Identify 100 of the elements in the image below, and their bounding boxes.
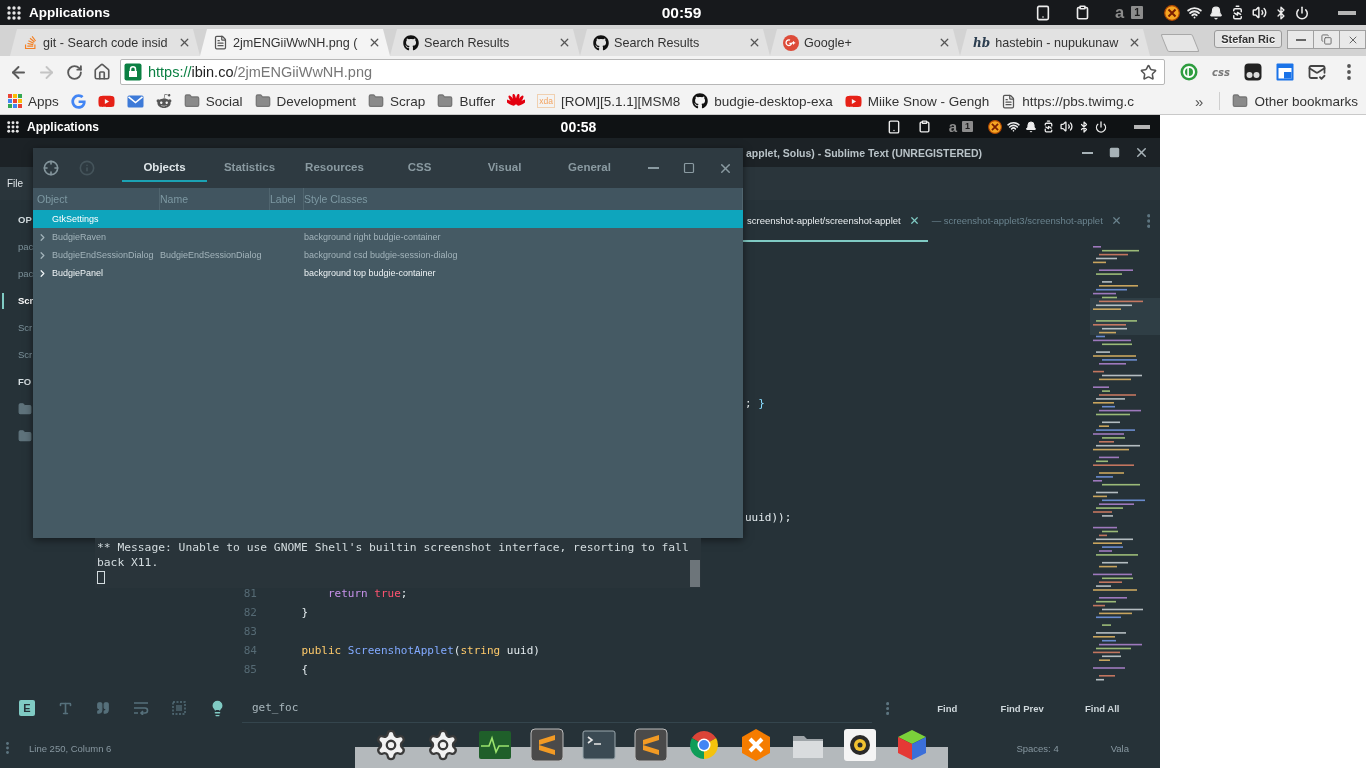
browser-tab[interactable]: hb hastebin - nupukunaw <box>960 29 1150 56</box>
close-icon[interactable] <box>748 36 761 49</box>
x-badge-icon[interactable] <box>988 119 1002 134</box>
ring-icon[interactable] <box>842 728 877 762</box>
bookmark-folder[interactable]: Social <box>183 93 243 109</box>
browser-tab[interactable]: Search Results <box>390 29 580 56</box>
bookmark-link[interactable]: Apps <box>8 93 59 109</box>
volume-icon[interactable] <box>1252 5 1267 20</box>
bookmark-link[interactable]: xda [ROM][5.1.1][MSM8 <box>537 93 681 109</box>
sidebar-item[interactable]: Scr <box>18 322 33 333</box>
close-icon[interactable] <box>368 36 381 49</box>
scrollbar-thumb[interactable] <box>690 560 700 587</box>
editor-icon[interactable] <box>634 728 669 762</box>
indicator-label[interactable]: 1 <box>1131 6 1143 19</box>
bookmark-folder[interactable]: Development <box>254 93 357 109</box>
indicator-label[interactable]: a <box>1114 4 1125 21</box>
bookmark-link[interactable] <box>70 93 86 109</box>
browser-tab[interactable]: Search Results <box>580 29 770 56</box>
menu-item[interactable]: File <box>7 178 24 189</box>
bookmark-folder[interactable]: Scrap <box>368 93 426 109</box>
wifi-icon[interactable] <box>1007 120 1020 133</box>
battery-icon[interactable] <box>1230 5 1245 20</box>
sidebar-item[interactable]: Scr <box>18 295 34 306</box>
minus-bar-icon[interactable] <box>1134 124 1150 129</box>
app-grid-icon[interactable] <box>7 5 21 20</box>
profile-button[interactable]: Stefan Ric <box>1214 30 1282 48</box>
bookmark-link[interactable]: https://pbs.twimg.c <box>1001 93 1135 109</box>
bookmark-link[interactable]: budgie-desktop-exa <box>692 93 833 109</box>
find-button[interactable]: Find All <box>1067 695 1138 721</box>
power-icon[interactable] <box>1295 5 1309 20</box>
inspector-tab[interactable]: Resources <box>292 148 377 182</box>
applications-menu[interactable]: Applications <box>29 5 110 20</box>
find-button[interactable]: Find <box>917 695 978 721</box>
bookmark-link[interactable] <box>126 94 144 108</box>
close-icon[interactable] <box>178 36 191 49</box>
terminal-icon[interactable] <box>582 728 617 762</box>
inspector-tab[interactable]: Objects <box>122 148 207 182</box>
x-badge-icon[interactable] <box>1164 4 1180 21</box>
find-field[interactable]: get_foc <box>242 693 872 723</box>
more-icon[interactable] <box>886 701 890 715</box>
battery-icon[interactable] <box>1042 120 1055 133</box>
close-icon[interactable] <box>908 214 920 226</box>
bell-icon[interactable] <box>1209 5 1223 20</box>
tablet-icon[interactable] <box>1034 4 1051 21</box>
browser-tab[interactable]: 2jmENGiiWwNH.png ( <box>200 29 390 56</box>
table-row[interactable]: BudgieEndSessionDialog BudgieEndSessionDialog background csd budgie-session-dialog <box>33 246 743 264</box>
power-icon[interactable] <box>1095 120 1107 133</box>
close-icon[interactable] <box>558 36 571 49</box>
status-text[interactable]: Vala <box>1110 742 1129 754</box>
table-row[interactable]: BudgiePanel background top budgie-container <box>33 264 743 282</box>
clipboard-icon[interactable] <box>1075 5 1091 20</box>
folder-icon <box>254 93 271 109</box>
bookmark-link[interactable] <box>155 93 172 109</box>
indicator-label[interactable]: a <box>948 119 957 134</box>
close-button[interactable] <box>1339 30 1366 49</box>
inspector-tab[interactable]: General <box>547 148 632 182</box>
bluetooth-icon[interactable] <box>1078 120 1090 133</box>
code-line: ; } <box>745 397 765 410</box>
extension-button[interactable]: css <box>1208 59 1234 85</box>
type-icon[interactable] <box>57 700 73 716</box>
wrap-icon[interactable] <box>133 701 149 715</box>
more-icon[interactable] <box>1146 214 1150 228</box>
browser-tab[interactable]: Google+ <box>770 29 960 56</box>
volume-icon[interactable] <box>1060 120 1073 133</box>
more-bookmarks-button[interactable]: » <box>1191 92 1208 110</box>
clipboard-icon[interactable] <box>918 120 932 133</box>
bookmark-link[interactable]: Miike Snow - Gengh <box>844 92 990 110</box>
inspector-tab[interactable]: CSS <box>377 148 462 182</box>
pulse-monitor-icon[interactable] <box>478 728 513 762</box>
status-text[interactable]: Spaces: 4 <box>1016 742 1059 754</box>
bookmark-link[interactable] <box>507 94 526 108</box>
browser-tab[interactable]: git - Search code insid <box>10 29 200 56</box>
find-button[interactable]: Find Prev <box>977 695 1068 721</box>
close-icon[interactable] <box>1128 36 1141 49</box>
bell-icon[interactable] <box>1025 120 1037 133</box>
minimize-button[interactable] <box>1287 30 1314 49</box>
applications-menu[interactable]: Applications <box>27 119 99 134</box>
sidebar-item[interactable]: pac <box>18 241 34 252</box>
bookmark-folder[interactable]: Buffer <box>437 93 496 109</box>
sidebar-item[interactable]: Scr <box>18 349 33 360</box>
inspector-tab[interactable]: Visual <box>462 148 547 182</box>
chevron-icon[interactable] <box>37 249 48 261</box>
more-icon[interactable] <box>6 742 9 754</box>
close-icon[interactable] <box>938 36 951 49</box>
inspector-tab[interactable]: Statistics <box>207 148 292 182</box>
crosshair-button[interactable] <box>43 160 59 176</box>
editor-icon[interactable] <box>530 728 565 762</box>
minus-bar-icon[interactable] <box>1338 10 1356 15</box>
quote-icon[interactable] <box>96 701 110 715</box>
close-icon[interactable] <box>1110 214 1122 226</box>
tablet-icon[interactable] <box>886 119 901 134</box>
table-row[interactable]: BudgieRaven background right budgie-container <box>33 228 743 246</box>
wifi-icon[interactable] <box>1187 5 1202 20</box>
bookmark-folder[interactable]: Other bookmarks <box>1232 93 1358 109</box>
sidebar-item[interactable]: pac <box>18 268 34 279</box>
toggle-button[interactable]: E <box>19 700 35 716</box>
star-icon[interactable] <box>1140 63 1157 81</box>
app-grid-icon[interactable] <box>7 120 19 133</box>
address-field[interactable]: https://ibin.co/2jmENGiiWwNH.png <box>120 59 1165 85</box>
indicator-label[interactable]: 1 <box>962 121 973 132</box>
